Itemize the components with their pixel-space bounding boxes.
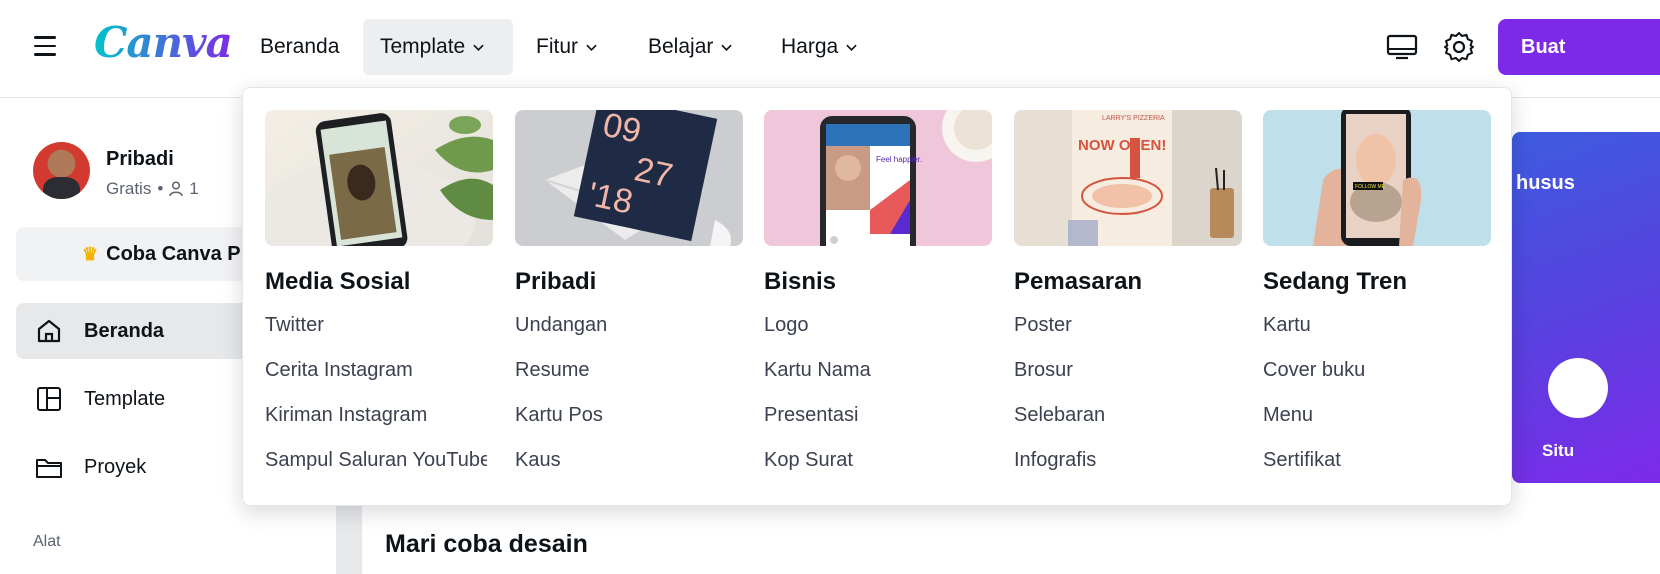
- dropdown-link[interactable]: Kartu Pos: [515, 403, 743, 428]
- dropdown-link[interactable]: Kartu: [1263, 313, 1491, 338]
- dropdown-column-title: Media Sosial: [265, 268, 411, 295]
- folder-icon: [36, 459, 62, 478]
- dropdown-link[interactable]: Resume: [515, 358, 743, 383]
- gear-icon[interactable]: [1442, 30, 1476, 64]
- dropdown-link[interactable]: Kiriman Instagram: [265, 403, 493, 428]
- thumbnail-bisnis[interactable]: Feel happier.: [764, 110, 992, 246]
- profile-name: Pribadi: [106, 148, 174, 170]
- desktop-icon[interactable]: [1385, 30, 1419, 64]
- nav-beranda[interactable]: Beranda: [243, 19, 356, 75]
- create-design-button[interactable]: Buat: [1498, 19, 1660, 75]
- dropdown-link[interactable]: Infografis: [1014, 448, 1242, 473]
- dropdown-link[interactable]: Menu: [1263, 403, 1491, 428]
- dropdown-column-sedang-tren: FOLLOW ME Sedang Tren Kartu Cover buku M…: [1263, 110, 1491, 473]
- section-heading: Mari coba desain: [385, 530, 588, 558]
- dropdown-link[interactable]: Kop Surat: [764, 448, 992, 473]
- nav-label: Harga: [781, 35, 839, 58]
- phone-tag: FOLLOW ME: [1355, 184, 1386, 190]
- dropdown-link[interactable]: Brosur: [1014, 358, 1242, 383]
- dropdown-column-pribadi: 09 27 '18 Pribadi Undangan Resume Kartu …: [515, 110, 743, 473]
- template-dropdown-menu: Media Sosial Twitter Cerita Instagram Ki…: [242, 87, 1512, 506]
- crown-icon: ♛: [82, 243, 99, 264]
- nav-label: Fitur: [536, 35, 578, 58]
- dropdown-link[interactable]: Kartu Nama: [764, 358, 992, 383]
- phone-tagline: Feel happier.: [876, 155, 922, 164]
- sidebar-item-label: Template: [84, 387, 166, 410]
- dropdown-column-title: Bisnis: [764, 268, 837, 295]
- dropdown-link[interactable]: Sertifikat: [1263, 448, 1491, 473]
- nav-label: Template: [380, 35, 466, 58]
- banner-subtitle: Situ: [1542, 441, 1575, 460]
- plan-label: Gratis: [106, 179, 152, 198]
- avatar[interactable]: [33, 142, 90, 199]
- dropdown-link[interactable]: Twitter: [265, 313, 493, 338]
- dropdown-link[interactable]: Cerita Instagram: [265, 358, 493, 383]
- canva-logo[interactable]: Canva: [94, 18, 233, 67]
- poster-headline: NOW OPEN!: [1078, 137, 1166, 154]
- try-pro-label: Coba Canva Pro: [106, 242, 261, 265]
- nav-fitur[interactable]: Fitur: [519, 19, 614, 75]
- nav-template[interactable]: Template: [363, 19, 513, 75]
- dropdown-column-pemasaran: LARRY'S PIZZERIA NOW OPEN! Pemasaran Pos…: [1014, 110, 1242, 473]
- template-icon: [37, 387, 61, 411]
- poster-brand: LARRY'S PIZZERIA: [1102, 115, 1165, 122]
- dropdown-link[interactable]: Sampul Saluran YouTube: [265, 448, 487, 473]
- chevron-down-icon: [721, 44, 733, 51]
- dropdown-link[interactable]: Poster: [1014, 313, 1242, 338]
- sidebar-item-label: Beranda: [84, 319, 165, 342]
- banner-icon: [1548, 358, 1608, 418]
- chevron-down-icon: [846, 44, 857, 51]
- thumbnail-media-sosial[interactable]: [265, 110, 493, 246]
- profile-plan: Gratis • 1: [106, 179, 199, 199]
- chevron-down-icon: [586, 44, 597, 51]
- banner-title: husus: [1516, 172, 1575, 194]
- dropdown-column-title: Sedang Tren: [1263, 268, 1408, 295]
- dropdown-column-media-sosial: Media Sosial Twitter Cerita Instagram Ki…: [265, 110, 493, 473]
- nav-harga[interactable]: Harga: [764, 19, 874, 75]
- nav-label: Belajar: [648, 35, 714, 58]
- dropdown-link[interactable]: Presentasi: [764, 403, 992, 428]
- card-date-text: 27: [631, 150, 676, 195]
- top-navigation-bar: Canva Beranda Template Fitur Belajar Har…: [0, 0, 1660, 98]
- separator-dot: •: [157, 179, 164, 198]
- thumbnail-pemasaran[interactable]: LARRY'S PIZZERIA NOW OPEN!: [1014, 110, 1242, 246]
- sidebar-item-label: Proyek: [84, 455, 147, 478]
- thumbnail-pribadi[interactable]: 09 27 '18: [515, 110, 743, 246]
- thumbnail-sedang-tren[interactable]: FOLLOW ME: [1263, 110, 1491, 246]
- person-icon: [169, 181, 184, 197]
- sidebar-section-label: Alat: [33, 533, 61, 550]
- dropdown-link[interactable]: Undangan: [515, 313, 743, 338]
- nav-label: Beranda: [260, 35, 340, 58]
- home-icon: [37, 319, 61, 343]
- chevron-down-icon: [473, 44, 484, 51]
- nav-belajar[interactable]: Belajar: [631, 19, 749, 75]
- dropdown-link[interactable]: Selebaran: [1014, 403, 1242, 428]
- dropdown-link[interactable]: Cover buku: [1263, 358, 1491, 383]
- dropdown-column-bisnis: Feel happier. Bisnis Logo Kartu Nama Pre…: [764, 110, 992, 473]
- dropdown-column-title: Pribadi: [515, 268, 597, 295]
- member-count: 1: [189, 179, 199, 198]
- dropdown-column-title: Pemasaran: [1014, 268, 1143, 295]
- dropdown-link[interactable]: Logo: [764, 313, 992, 338]
- menu-icon[interactable]: [34, 36, 56, 56]
- dropdown-link[interactable]: Kaus: [515, 448, 743, 473]
